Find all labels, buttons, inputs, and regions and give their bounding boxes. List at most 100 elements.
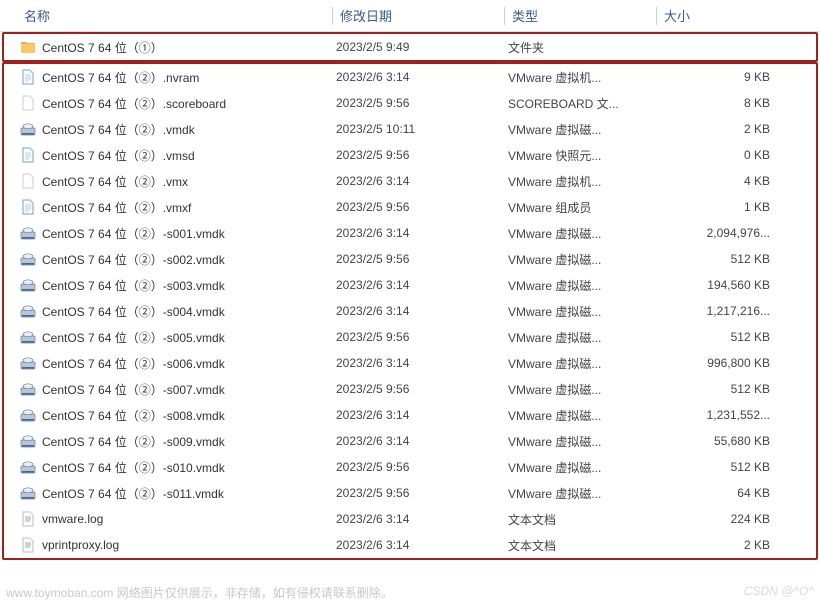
file-row-highlighted[interactable]: CentOS 7 64 位（①） 2023/2/5 9:49 文件夹 — [4, 34, 816, 60]
document-icon — [20, 69, 36, 85]
file-date: 2023/2/6 3:14 — [336, 512, 508, 526]
file-size: 4 KB — [660, 174, 776, 188]
column-header-date[interactable]: 修改日期 — [332, 0, 504, 31]
file-date: 2023/2/5 9:56 — [336, 460, 508, 474]
file-row[interactable]: CentOS 7 64 位（②）-s004.vmdk2023/2/6 3:14V… — [4, 298, 816, 324]
file-date: 2023/2/5 9:56 — [336, 96, 508, 110]
disk-icon — [20, 485, 36, 501]
highlighted-files-box: CentOS 7 64 位（②）.nvram2023/2/6 3:14VMwar… — [2, 62, 818, 560]
file-name: CentOS 7 64 位（②）-s007.vmdk — [42, 381, 225, 398]
file-size: 1 KB — [660, 200, 776, 214]
file-name: CentOS 7 64 位（②）-s005.vmdk — [42, 329, 225, 346]
file-date: 2023/2/5 9:56 — [336, 200, 508, 214]
file-name: vmware.log — [42, 512, 103, 526]
file-row[interactable]: CentOS 7 64 位（②）.nvram2023/2/6 3:14VMwar… — [4, 64, 816, 90]
file-row[interactable]: CentOS 7 64 位（②）.scoreboard 2023/2/5 9:56… — [4, 90, 816, 116]
disk-icon — [20, 329, 36, 345]
file-row[interactable]: CentOS 7 64 位（②）-s002.vmdk 2023/2/5 9:56V… — [4, 246, 816, 272]
file-type: VMware 虚拟磁... — [508, 381, 660, 398]
file-icon — [20, 95, 36, 111]
file-name: CentOS 7 64 位（②）-s009.vmdk — [42, 433, 225, 450]
column-header-label: 修改日期 — [332, 6, 400, 25]
file-type: 文本文档 — [508, 537, 660, 554]
disk-icon — [20, 381, 36, 397]
file-row[interactable]: CentOS 7 64 位（②）-s003.vmdk2023/2/6 3:14V… — [4, 272, 816, 298]
file-date: 2023/2/5 9:56 — [336, 252, 508, 266]
file-date: 2023/2/5 9:56 — [336, 330, 508, 344]
file-row[interactable]: CentOS 7 64 位（②）.vmx 2023/2/6 3:14VMware … — [4, 168, 816, 194]
file-row[interactable]: CentOS 7 64 位（②）-s006.vmdk2023/2/6 3:14V… — [4, 350, 816, 376]
file-size: 2 KB — [660, 122, 776, 136]
file-date: 2023/2/6 3:14 — [336, 174, 508, 188]
file-name: CentOS 7 64 位（②）.vmsd — [42, 147, 195, 164]
file-name: vprintproxy.log — [42, 538, 119, 552]
folder-icon — [20, 39, 36, 55]
file-size: 194,560 KB — [660, 278, 776, 292]
text-file-icon — [20, 511, 36, 527]
file-name: CentOS 7 64 位（②）.vmx — [42, 173, 188, 190]
file-date: 2023/2/6 3:14 — [336, 304, 508, 318]
file-size: 0 KB — [660, 148, 776, 162]
file-row[interactable]: CentOS 7 64 位（②）.vmxf2023/2/5 9:56VMware… — [4, 194, 816, 220]
file-type: VMware 虚拟磁... — [508, 251, 660, 268]
file-name: CentOS 7 64 位（②）.vmdk — [42, 121, 195, 138]
file-type: VMware 虚拟磁... — [508, 277, 660, 294]
file-date: 2023/2/5 9:56 — [336, 148, 508, 162]
file-type: 文件夹 — [508, 39, 660, 56]
file-size: 55,680 KB — [660, 434, 776, 448]
file-date: 2023/2/6 3:14 — [336, 70, 508, 84]
column-header-label: 大小 — [656, 6, 698, 25]
column-header-row: 名称 修改日期 类型 大小 — [0, 0, 820, 32]
file-size: 224 KB — [660, 512, 776, 526]
file-name: CentOS 7 64 位（②）-s003.vmdk — [42, 277, 225, 294]
file-name: CentOS 7 64 位（②）.scoreboard — [42, 95, 226, 112]
column-header-label: 类型 — [504, 6, 546, 25]
file-row[interactable]: vprintproxy.log2023/2/6 3:14文本文档2 KB — [4, 532, 816, 558]
file-size: 2,094,976... — [660, 226, 776, 240]
file-size: 2 KB — [660, 538, 776, 552]
file-type: 文本文档 — [508, 511, 660, 528]
disk-icon — [20, 277, 36, 293]
file-name: CentOS 7 64 位（②）-s002.vmdk — [42, 251, 225, 268]
column-header-size[interactable]: 大小 — [656, 0, 786, 31]
disk-icon — [20, 251, 36, 267]
disk-icon — [20, 407, 36, 423]
column-header-name[interactable]: 名称 — [16, 0, 332, 31]
file-row[interactable]: CentOS 7 64 位（②）.vmdk2023/2/5 10:11VMwar… — [4, 116, 816, 142]
file-row[interactable]: CentOS 7 64 位（②）-s009.vmdk2023/2/6 3:14V… — [4, 428, 816, 454]
file-name: CentOS 7 64 位（②）-s011.vmdk — [42, 485, 224, 502]
file-type: VMware 组成员 — [508, 199, 660, 216]
file-type: VMware 虚拟磁... — [508, 329, 660, 346]
disk-icon — [20, 459, 36, 475]
disk-icon — [20, 121, 36, 137]
file-name: CentOS 7 64 位（②）-s001.vmdk — [42, 225, 225, 242]
file-row[interactable]: CentOS 7 64 位（②）-s010.vmdk2023/2/5 9:56V… — [4, 454, 816, 480]
file-row[interactable]: CentOS 7 64 位（②）-s001.vmdk2023/2/6 3:14V… — [4, 220, 816, 246]
file-date: 2023/2/5 9:56 — [336, 486, 508, 500]
document-icon — [20, 147, 36, 163]
file-row[interactable]: CentOS 7 64 位（②）-s008.vmdk2023/2/6 3:14V… — [4, 402, 816, 428]
file-date: 2023/2/5 10:11 — [336, 122, 508, 136]
file-list: CentOS 7 64 位（①） 2023/2/5 9:49 文件夹 CentO… — [0, 32, 820, 560]
file-name: CentOS 7 64 位（②）-s008.vmdk — [42, 407, 225, 424]
file-date: 2023/2/5 9:49 — [336, 40, 508, 54]
file-row[interactable]: CentOS 7 64 位（②）-s007.vmdk2023/2/5 9:56V… — [4, 376, 816, 402]
file-row[interactable]: CentOS 7 64 位（②）.vmsd2023/2/5 9:56VMware… — [4, 142, 816, 168]
file-name: CentOS 7 64 位（②）-s004.vmdk — [42, 303, 225, 320]
file-size: 996,800 KB — [660, 356, 776, 370]
file-name: CentOS 7 64 位（②）.nvram — [42, 69, 199, 86]
file-row[interactable]: vmware.log 2023/2/6 3:14文本文档224 KB — [4, 506, 816, 532]
file-row[interactable]: CentOS 7 64 位（②）-s011.vmdk 2023/2/5 9:56V… — [4, 480, 816, 506]
disk-icon — [20, 303, 36, 319]
document-icon — [20, 199, 36, 215]
column-header-label: 名称 — [16, 6, 58, 25]
file-type: VMware 虚拟磁... — [508, 485, 660, 502]
column-header-type[interactable]: 类型 — [504, 0, 656, 31]
file-type: VMware 虚拟磁... — [508, 355, 660, 372]
file-size: 8 KB — [660, 96, 776, 110]
file-type: VMware 虚拟磁... — [508, 433, 660, 450]
file-type: VMware 虚拟机... — [508, 173, 660, 190]
file-type: VMware 虚拟磁... — [508, 225, 660, 242]
file-row[interactable]: CentOS 7 64 位（②）-s005.vmdk 2023/2/5 9:56V… — [4, 324, 816, 350]
file-size: 512 KB — [660, 382, 776, 396]
